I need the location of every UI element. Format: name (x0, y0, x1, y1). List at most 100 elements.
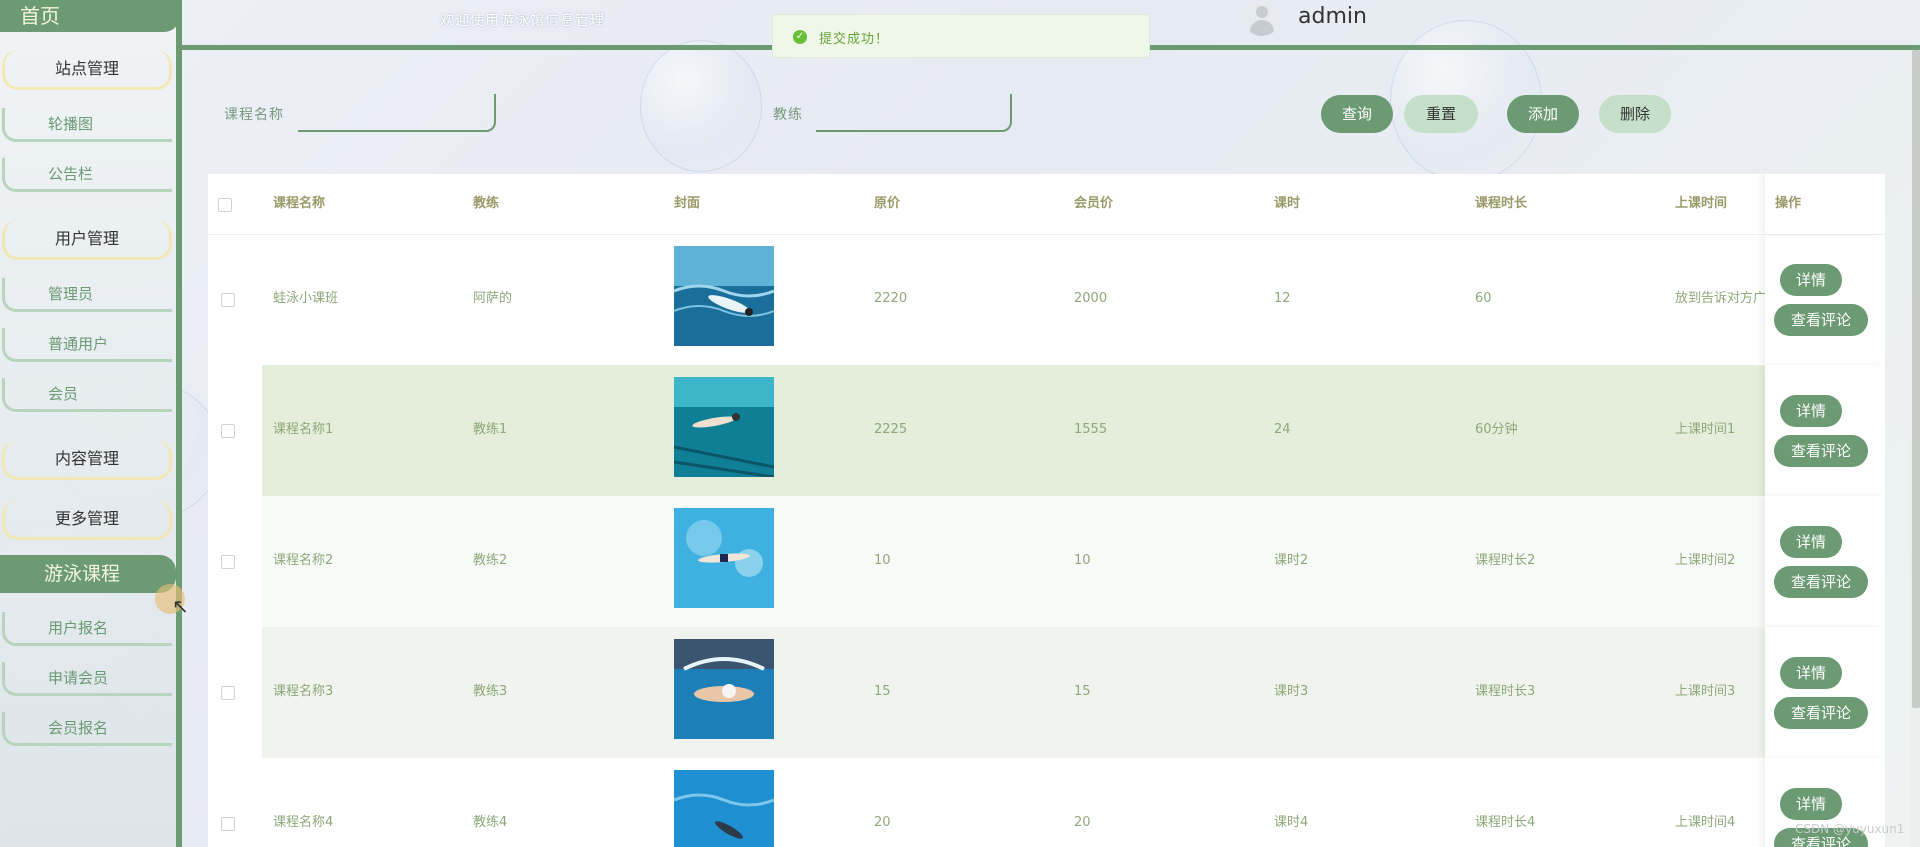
duration-cell: 60 (1475, 291, 1492, 306)
welcome-title: 欢迎使用游泳馆信息管理 (440, 13, 605, 29)
row-checkbox[interactable] (221, 555, 235, 569)
member-price-cell: 2000 (1074, 291, 1108, 306)
hours-cell: 课时2 (1274, 553, 1309, 568)
row-checkbox[interactable] (221, 424, 235, 438)
cover-image (674, 770, 774, 847)
member-price-cell: 1555 (1074, 422, 1108, 437)
view-comments-button[interactable]: 查看评论 (1774, 697, 1868, 729)
table-row: 课程名称4 教练4 20 20 课时4 课程时长4 上课时间4 详情 查看评论 (208, 758, 1885, 847)
course-name-cell: 课程名称3 (273, 684, 334, 699)
sidebar-divider (176, 0, 182, 847)
price-cell: 2220 (874, 291, 908, 306)
watermark: CSDN @yuyuxun1 (1795, 822, 1905, 836)
price-cell: 15 (874, 684, 891, 699)
detail-button[interactable]: 详情 (1780, 657, 1842, 689)
row-checkbox[interactable] (221, 817, 235, 831)
course-name-input[interactable] (298, 94, 496, 132)
price-cell: 2225 (874, 422, 908, 437)
cover-image (674, 508, 774, 608)
course-name-cell: 课程名称1 (273, 422, 334, 437)
class-time-cell: 上课时间1 (1675, 422, 1736, 437)
course-table: 蛙泳小课班 阿萨的 2220 2000 12 60 放到告诉对方广 详情 查看评… (208, 174, 1885, 847)
column-header[interactable]: 上课时间 (1675, 174, 1727, 234)
sidebar: 首页 站点管理 轮播图 公告栏 用户管理 管理员 普通用户 会员 内容管理 更多… (0, 0, 180, 847)
select-all-checkbox[interactable] (218, 198, 232, 212)
actions-cell: 详情 查看评论 (1765, 365, 1885, 496)
column-header[interactable]: 教练 (473, 174, 499, 234)
check-circle-icon: ✓ (793, 30, 807, 44)
duration-cell: 课程时长4 (1475, 815, 1536, 830)
reset-button[interactable]: 重置 (1404, 95, 1478, 133)
column-header[interactable]: 课程时长 (1475, 174, 1527, 234)
class-time-cell: 放到告诉对方广 (1675, 291, 1767, 306)
table-header: 课程名称 教练 封面 原价 会员价 课时 课程时长 上课时间 (208, 174, 1885, 235)
detail-button[interactable]: 详情 (1780, 395, 1842, 427)
coach-cell: 教练3 (473, 684, 508, 699)
mouse-pointer-icon: ↖ (172, 594, 189, 618)
table-row: 课程名称2 教练2 10 10 课时2 课程时长2 上课时间2 详情 查看评论 (208, 496, 1885, 627)
course-name-cell: 蛙泳小课班 (273, 291, 339, 306)
coach-cell: 阿萨的 (473, 291, 513, 306)
sidebar-item-admins[interactable]: 管理员 (2, 278, 172, 312)
duration-cell: 课程时长3 (1475, 684, 1536, 699)
price-cell: 20 (874, 815, 891, 830)
view-comments-button[interactable]: 查看评论 (1774, 566, 1868, 598)
sidebar-group-site[interactable]: 站点管理 (2, 50, 172, 90)
user-icon (1256, 6, 1268, 18)
sidebar-group-more[interactable]: 更多管理 (2, 500, 172, 540)
course-name-cell: 课程名称4 (273, 815, 334, 830)
scrollbar-thumb[interactable] (1912, 50, 1920, 708)
sidebar-item-carousel[interactable]: 轮播图 (2, 108, 172, 142)
coach-label: 教练 (773, 107, 803, 123)
coach-input[interactable] (816, 94, 1012, 132)
detail-button[interactable]: 详情 (1780, 788, 1842, 820)
actions-header: 操作 (1765, 174, 1885, 234)
sidebar-item-home[interactable]: 首页 (0, 0, 180, 32)
duration-cell: 课程时长2 (1475, 553, 1536, 568)
cover-image (674, 639, 774, 739)
course-name-cell: 课程名称2 (273, 553, 334, 568)
add-button[interactable]: 添加 (1507, 95, 1579, 133)
table-row: 蛙泳小课班 阿萨的 2220 2000 12 60 放到告诉对方广 详情 查看评… (208, 234, 1885, 365)
hours-cell: 课时4 (1274, 815, 1309, 830)
detail-button[interactable]: 详情 (1780, 526, 1842, 558)
class-time-cell: 上课时间2 (1675, 553, 1736, 568)
sidebar-item-members[interactable]: 会员 (2, 378, 172, 412)
column-header[interactable]: 原价 (874, 174, 900, 234)
background-bubble (640, 40, 762, 172)
price-cell: 10 (874, 553, 891, 568)
avatar[interactable] (1244, 0, 1280, 36)
query-button[interactable]: 查询 (1321, 95, 1393, 133)
sidebar-item-normal-users[interactable]: 普通用户 (2, 328, 172, 362)
cover-image (674, 246, 774, 346)
sidebar-group-users[interactable]: 用户管理 (2, 220, 172, 260)
member-price-cell: 10 (1074, 553, 1091, 568)
view-comments-button[interactable]: 查看评论 (1774, 304, 1868, 336)
hours-cell: 12 (1274, 291, 1291, 306)
detail-button[interactable]: 详情 (1780, 264, 1842, 296)
column-header[interactable]: 课程名称 (273, 174, 325, 234)
class-time-cell: 上课时间4 (1675, 815, 1736, 830)
column-header[interactable]: 封面 (674, 174, 700, 234)
duration-cell: 60分钟 (1475, 422, 1518, 437)
cover-image (674, 377, 774, 477)
column-header[interactable]: 课时 (1274, 174, 1300, 234)
column-header: 操作 (1775, 196, 1802, 211)
table-row: 课程名称3 教练3 15 15 课时3 课程时长3 上课时间3 详情 查看评论 (208, 627, 1885, 758)
sidebar-item-swim-courses[interactable]: 游泳课程 (0, 555, 176, 593)
row-checkbox[interactable] (221, 293, 235, 307)
class-time-cell: 上课时间3 (1675, 684, 1736, 699)
column-header[interactable]: 会员价 (1074, 174, 1113, 234)
sidebar-item-notice[interactable]: 公告栏 (2, 158, 172, 192)
sidebar-item-user-signup[interactable]: 用户报名 (2, 612, 172, 646)
delete-button[interactable]: 删除 (1599, 95, 1671, 133)
sidebar-group-content[interactable]: 内容管理 (2, 440, 172, 480)
sidebar-item-apply-member[interactable]: 申请会员 (2, 662, 172, 696)
view-comments-button[interactable]: 查看评论 (1774, 435, 1868, 467)
row-checkbox[interactable] (221, 686, 235, 700)
sidebar-item-member-signup[interactable]: 会员报名 (2, 712, 172, 746)
coach-cell: 教练4 (473, 815, 508, 830)
actions-cell: 详情 查看评论 (1765, 627, 1885, 758)
username[interactable]: admin (1298, 4, 1367, 29)
member-price-cell: 15 (1074, 684, 1091, 699)
